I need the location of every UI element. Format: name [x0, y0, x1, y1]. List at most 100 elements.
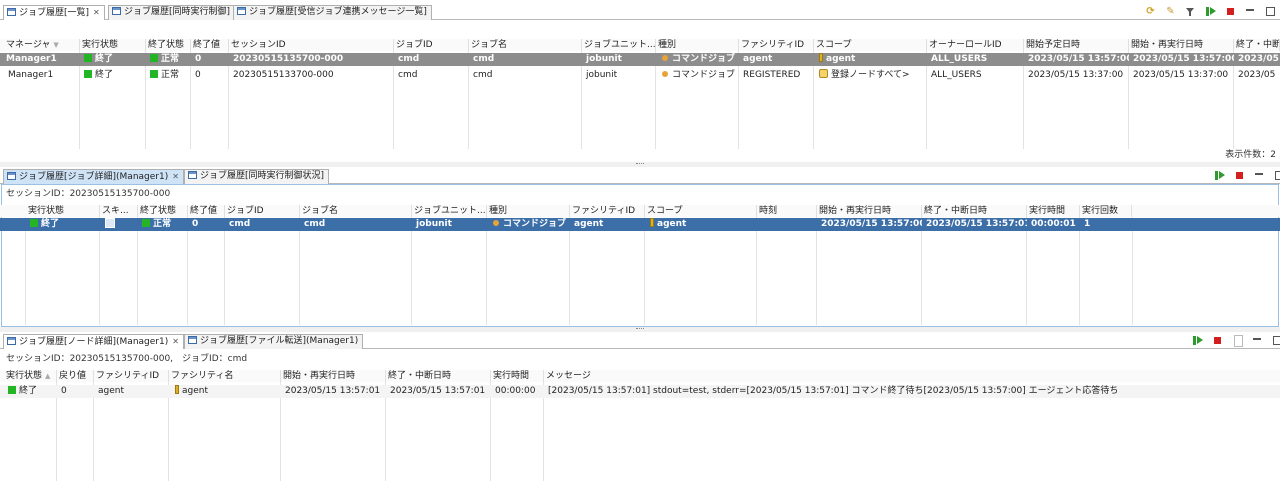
column-header[interactable]: 開始・再実行日時 — [817, 205, 922, 217]
table-row[interactable]: Manager1 終了 正常 0 20230515135700-000 cmd … — [0, 53, 1280, 66]
scope-text: agent — [826, 54, 856, 64]
job-detail-pane: ジョブ履歴[ジョブ詳細](Manager1) ✕ ジョブ履歴[同時実行制御状況] … — [0, 167, 1280, 328]
message-cell: [2023/05/15 13:57:01] stdout=test, stder… — [548, 386, 1119, 396]
column-header[interactable]: 実行状態 ▲ — [4, 370, 57, 382]
job-id-cell: cmd — [398, 54, 420, 64]
scope-group-icon — [819, 69, 828, 78]
tab-received-job-messages[interactable]: ジョブ履歴[受信ジョブ連携メッセージ一覧] — [233, 5, 432, 20]
column-header[interactable]: スコープ — [645, 205, 757, 217]
stop-icon[interactable] — [1225, 6, 1236, 17]
column-header[interactable]: セッションID — [229, 39, 394, 51]
column-header[interactable]: 実行時間 — [1027, 205, 1080, 217]
column-header[interactable]: ファシリティ名 — [169, 370, 281, 382]
column-header[interactable]: 種別 — [487, 205, 570, 217]
sort-desc-icon: ▼ — [53, 41, 59, 49]
start-cell: 2023/05/15 13:57:00 — [1133, 54, 1234, 64]
node-icon — [819, 53, 823, 62]
column-header[interactable]: 時刻 — [757, 205, 817, 217]
column-header[interactable]: マネージャ ▼ — [4, 39, 80, 51]
column-label: マネージャ — [6, 40, 51, 50]
column-header[interactable]: ジョブ名 — [300, 205, 412, 217]
run-status-text: 終了 — [95, 70, 114, 80]
column-header[interactable]: 終了・中断日時 — [922, 205, 1027, 217]
column-header[interactable]: 終了・中断日時 — [386, 370, 491, 382]
record-count: 表示件数：2 — [1225, 150, 1276, 160]
tab-job-history-list[interactable]: ジョブ履歴[一覧] ✕ — [3, 5, 105, 20]
tab-file-transfer[interactable]: ジョブ履歴[ファイル転送](Manager1) — [184, 334, 364, 349]
column-header[interactable]: 開始・再実行日時 — [281, 370, 386, 382]
resume-icon[interactable] — [1214, 170, 1225, 181]
close-icon[interactable]: ✕ — [93, 8, 100, 17]
jobunit-cell: jobunit — [586, 70, 618, 80]
file-icon[interactable] — [1232, 335, 1243, 347]
resume-icon[interactable] — [1205, 6, 1216, 17]
type-cell: コマンドジョブ — [660, 53, 739, 66]
column-header[interactable]: 開始・再実行日時 — [1129, 39, 1234, 51]
tab-job-detail[interactable]: ジョブ履歴[ジョブ詳細](Manager1) ✕ — [3, 169, 184, 184]
column-header[interactable]: メッセージ — [544, 370, 1280, 382]
column-header[interactable]: オーナーロールID — [927, 39, 1024, 51]
tree-row[interactable]: 終了 正常 0 cmd cmd jobunit コマンドジョブ agent ag… — [0, 218, 1280, 231]
table-header: 実行状態 ▲ 戻り値 ファシリティID ファシリティ名 開始・再実行日時 終了・中… — [0, 370, 1280, 382]
maximize-icon[interactable] — [1265, 6, 1276, 17]
minimize-icon[interactable] — [1252, 335, 1263, 346]
tab-node-detail[interactable]: ジョブ履歴[ノード詳細](Manager1) ✕ — [3, 334, 184, 349]
table-header: マネージャ ▼ 実行状態 終了状態 終了値 セッションID ジョブID ジョブ名 … — [0, 39, 1280, 51]
job-history-table: マネージャ ▼ 実行状態 終了状態 終了値 セッションID ジョブID ジョブ名 … — [0, 39, 1280, 149]
column-header[interactable]: 実行状態 — [80, 39, 146, 51]
close-icon[interactable]: ✕ — [172, 337, 179, 346]
sort-asc-icon: ▲ — [45, 372, 51, 380]
job-id-cell: cmd — [229, 219, 251, 229]
column-header[interactable]: 戻り値 — [57, 370, 94, 382]
column-header[interactable]: スキ... — [100, 205, 138, 217]
column-header[interactable]: ファシリティID — [570, 205, 645, 217]
status-normal-icon — [150, 70, 158, 78]
session-id-cell: 20230515133700-000 — [233, 70, 334, 80]
tab-concurrency-control[interactable]: ジョブ履歴[同時実行制御] — [108, 5, 236, 20]
tab-concurrency-status[interactable]: ジョブ履歴[同時実行制御状況] — [184, 169, 330, 184]
column-header[interactable]: ジョブID — [394, 39, 469, 51]
column-header[interactable]: ファシリティID — [94, 370, 169, 382]
stop-icon[interactable] — [1212, 335, 1223, 346]
start-cell: 2023/05/15 13:37:00 — [1133, 70, 1229, 80]
maximize-icon[interactable] — [1274, 170, 1280, 181]
column-header[interactable]: 種別 — [656, 39, 739, 51]
view-icon — [188, 171, 197, 179]
column-header[interactable]: 実行回数 — [1080, 205, 1132, 217]
column-header[interactable]: 開始予定日時 — [1024, 39, 1129, 51]
end-value-cell: 0 — [192, 219, 199, 229]
status-normal-icon — [142, 219, 150, 227]
maximize-icon[interactable] — [1272, 335, 1280, 346]
table-row[interactable]: Manager1 終了 正常 0 20230515133700-000 cmd … — [0, 69, 1280, 82]
close-icon[interactable]: ✕ — [172, 172, 179, 181]
column-header[interactable]: スコープ — [814, 39, 927, 51]
table-row[interactable]: 終了 0 agent agent 2023/05/15 13:57:01 202… — [0, 385, 1280, 398]
start-cell: 2023/05/15 13:57:01 — [285, 386, 381, 396]
resume-icon[interactable] — [1192, 335, 1203, 346]
refresh-icon[interactable]: ⟳ — [1145, 6, 1156, 17]
column-header[interactable]: 実行時間 — [491, 370, 544, 382]
column-header[interactable]: 終了値 — [188, 205, 225, 217]
column-header[interactable]: ジョブID — [225, 205, 300, 217]
duration-cell: 00:00:00 — [495, 386, 536, 396]
column-header[interactable]: 終了状態 — [146, 39, 191, 51]
column-header[interactable]: ファシリティID — [739, 39, 814, 51]
end-cell: 2023/05/15 13:57:01 — [926, 219, 1027, 229]
column-header[interactable]: ジョブユニット... — [582, 39, 656, 51]
minimize-icon[interactable] — [1245, 6, 1256, 17]
end-value-cell: 0 — [195, 70, 201, 80]
column-header[interactable]: ジョブ名 — [469, 39, 582, 51]
column-header[interactable]: 終了・中断 — [1234, 39, 1280, 51]
filter-icon[interactable] — [1185, 6, 1196, 17]
command-job-icon — [662, 55, 668, 61]
view-icon — [7, 337, 16, 345]
column-header[interactable]: ジョブユニット... — [412, 205, 487, 217]
column-header[interactable]: 終了状態 — [138, 205, 188, 217]
stop-icon[interactable] — [1234, 170, 1245, 181]
skip-checkbox[interactable] — [105, 218, 115, 228]
column-header[interactable]: 終了値 — [191, 39, 229, 51]
column-header[interactable]: 実行状態 — [26, 205, 100, 217]
minimize-icon[interactable] — [1254, 170, 1265, 181]
pin-icon[interactable]: ✎ — [1165, 6, 1176, 17]
tab-label: ジョブ履歴[ノード詳細](Manager1) — [19, 337, 169, 347]
